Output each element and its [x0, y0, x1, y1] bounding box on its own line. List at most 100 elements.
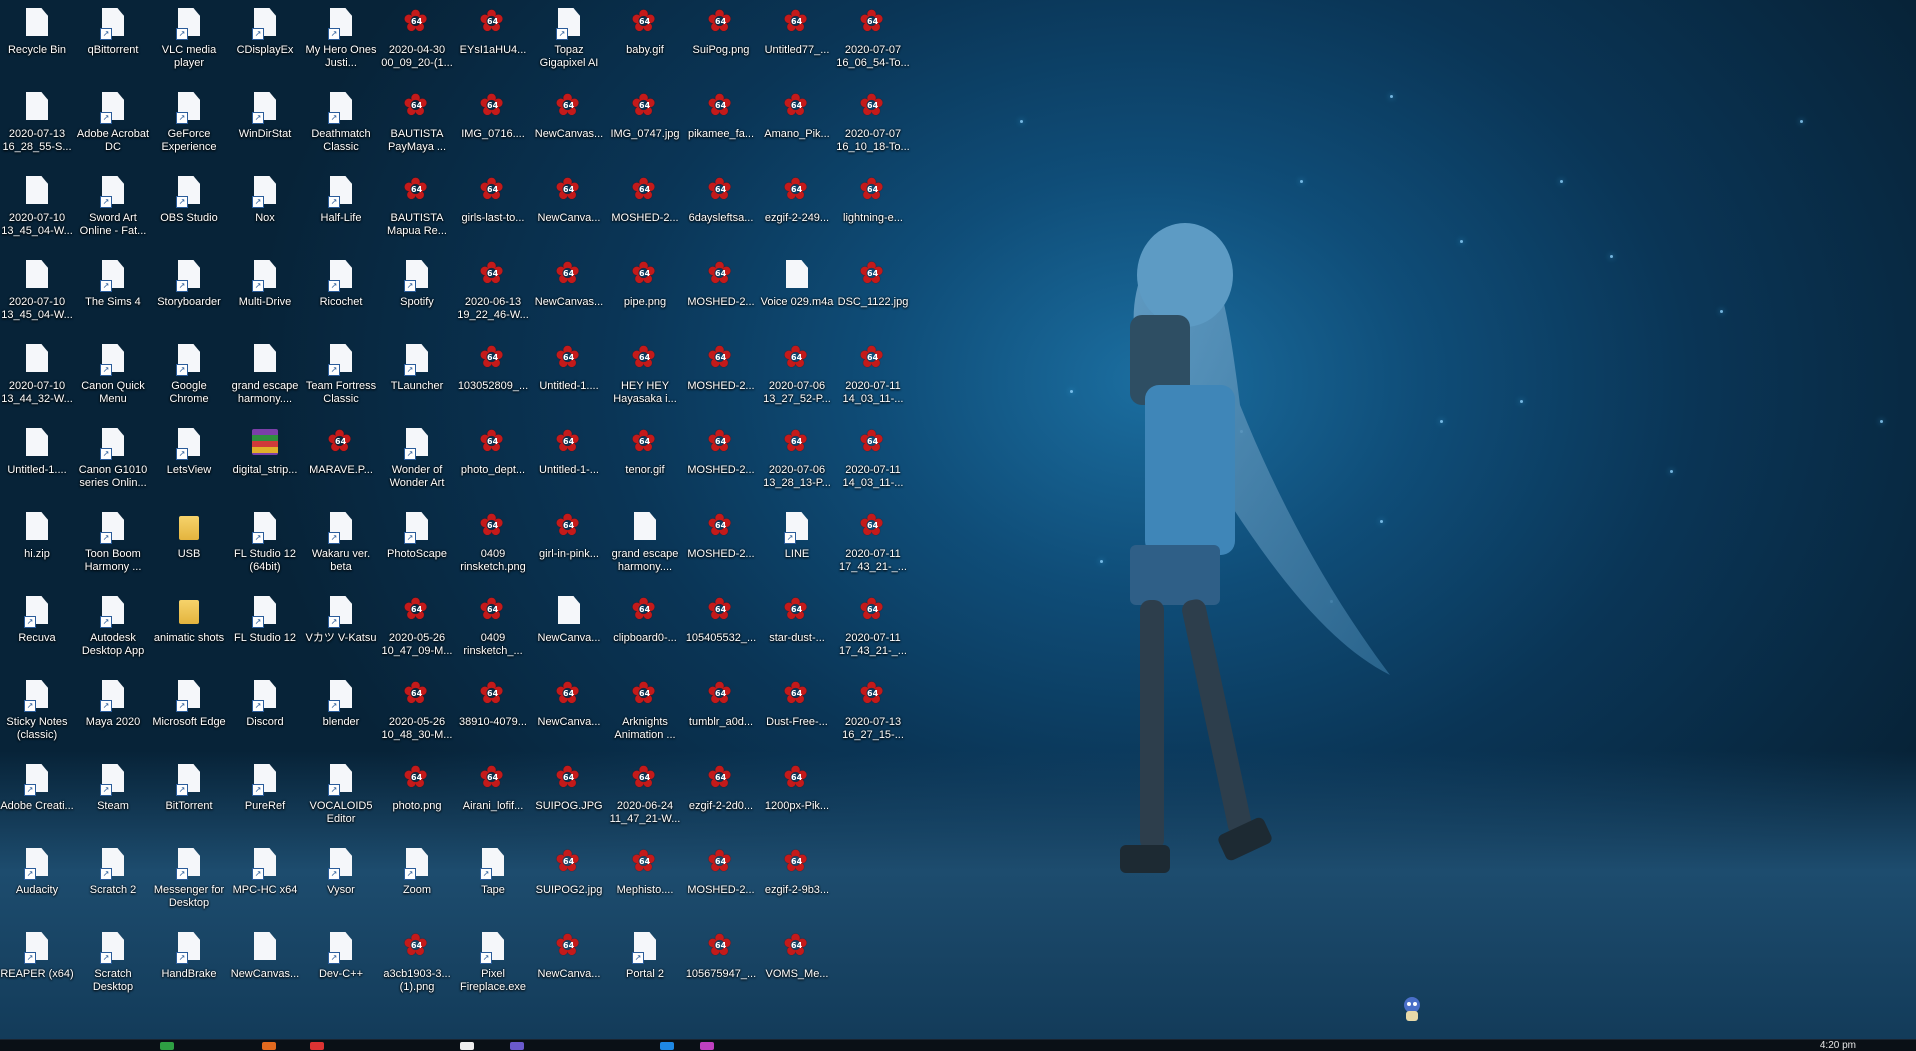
desktop-icon[interactable]: ✿ 64 Untitled77_...: [759, 0, 835, 84]
desktop-icon[interactable]: ↗ Tape: [455, 840, 531, 924]
desktop-icon[interactable]: ↗ Deathmatch Classic: [303, 84, 379, 168]
desktop-icon[interactable]: ✿ 64 Untitled-1-...: [531, 420, 607, 504]
desktop-icon[interactable]: ↗ Topaz Gigapixel AI: [531, 0, 607, 84]
taskbar-app-icon[interactable]: [262, 1042, 276, 1050]
desktop-icon[interactable]: ✿ 64 0409 rinsketch.png: [455, 504, 531, 588]
taskbar-app-icon[interactable]: [700, 1042, 714, 1050]
desktop-icon[interactable]: ↗ FL Studio 12 (64bit): [227, 504, 303, 588]
desktop-icon[interactable]: ✿ 64 2020-07-11 14_03_11-...: [835, 420, 911, 504]
desktop-icon[interactable]: ↗ LetsView: [151, 420, 227, 504]
desktop-icon[interactable]: ✿ 64 girl-in-pink...: [531, 504, 607, 588]
desktop-icon[interactable]: ✿ 64 103052809_...: [455, 336, 531, 420]
desktop-icon[interactable]: ✿ 64 Airani_lofif...: [455, 756, 531, 840]
desktop-icon[interactable]: ✿ 64 SUIPOG.JPG: [531, 756, 607, 840]
desktop-icon[interactable]: ↗ Steam: [75, 756, 151, 840]
desktop-icon[interactable]: ✿ 64 MARAVE.P...: [303, 420, 379, 504]
desktop-icon[interactable]: ↗ VLC media player: [151, 0, 227, 84]
desktop-icon[interactable]: ✿ 64 2020-05-26 10_47_09-M...: [379, 588, 455, 672]
desktop-icon[interactable]: ✿ 64 NewCanva...: [531, 672, 607, 756]
desktop-icon[interactable]: ↗ PhotoScape: [379, 504, 455, 588]
desktop-icon[interactable]: ✿ 64 Dust-Free-...: [759, 672, 835, 756]
desktop-icon[interactable]: digital_strip...: [227, 420, 303, 504]
desktop-icon[interactable]: ✿ 64 2020-07-06 13_28_13-P...: [759, 420, 835, 504]
desktop-icon[interactable]: ↗ The Sims 4: [75, 252, 151, 336]
desktop-icon[interactable]: ✿ 64 HEY HEY Hayasaka i...: [607, 336, 683, 420]
desktop-icon[interactable]: ↗ Autodesk Desktop App: [75, 588, 151, 672]
desktop-icon[interactable]: ✿ 64 2020-06-13 19_22_46-W...: [455, 252, 531, 336]
mascot-tray-pet[interactable]: [1400, 995, 1424, 1023]
desktop-icon[interactable]: ↗ Vカツ V-Katsu: [303, 588, 379, 672]
desktop-icon[interactable]: ✿ 64 girls-last-to...: [455, 168, 531, 252]
desktop-icon[interactable]: ✿ 64 photo_dept...: [455, 420, 531, 504]
desktop-icon[interactable]: ↗ Toon Boom Harmony ...: [75, 504, 151, 588]
desktop-icon[interactable]: ↗ CDisplayEx: [227, 0, 303, 84]
desktop-icon[interactable]: ↗ Recuva: [0, 588, 75, 672]
desktop-icon[interactable]: ↗ Canon Quick Menu: [75, 336, 151, 420]
desktop-icon[interactable]: ↗ Zoom: [379, 840, 455, 924]
desktop-icon[interactable]: 2020-07-10 13_44_32-W...: [0, 336, 75, 420]
desktop-icon[interactable]: ✿ 64 ezgif-2-9b3...: [759, 840, 835, 924]
desktop-icon[interactable]: ✿ 64 MOSHED-2...: [683, 336, 759, 420]
desktop-icon[interactable]: ↗ blender: [303, 672, 379, 756]
desktop-icon[interactable]: ✿ 64 6daysleftsa...: [683, 168, 759, 252]
desktop-icon[interactable]: ✿ 64 Mephisto....: [607, 840, 683, 924]
desktop-icon[interactable]: ↗ WinDirStat: [227, 84, 303, 168]
desktop-icon[interactable]: ✿ 64 105405532_...: [683, 588, 759, 672]
desktop-icon[interactable]: ↗ Portal 2: [607, 924, 683, 1008]
clock-time[interactable]: 4:20 pm: [1820, 1040, 1856, 1051]
desktop-icon[interactable]: ✿ 64 MOSHED-2...: [683, 504, 759, 588]
desktop-icon[interactable]: ✿ 64 baby.gif: [607, 0, 683, 84]
desktop-icon[interactable]: ↗ Wonder of Wonder Art: [379, 420, 455, 504]
desktop-icon[interactable]: ↗ Storyboarder: [151, 252, 227, 336]
desktop-icon[interactable]: NewCanvas...: [227, 924, 303, 1008]
desktop-icon[interactable]: ↗ Team Fortress Classic: [303, 336, 379, 420]
desktop-icon[interactable]: ✿ 64 2020-07-11 17_43_21-_...: [835, 588, 911, 672]
desktop-icon[interactable]: ✿ 64 NewCanvas...: [531, 84, 607, 168]
desktop-icon[interactable]: ↗ Nox: [227, 168, 303, 252]
desktop-icon[interactable]: ↗ HandBrake: [151, 924, 227, 1008]
desktop-icon[interactable]: ↗ Ricochet: [303, 252, 379, 336]
taskbar-app-icon[interactable]: [310, 1042, 324, 1050]
taskbar-app-icon[interactable]: [510, 1042, 524, 1050]
desktop-icon[interactable]: ↗ Scratch 2: [75, 840, 151, 924]
desktop-icon[interactable]: grand escape harmony....: [607, 504, 683, 588]
desktop-icon[interactable]: ↗ GeForce Experience: [151, 84, 227, 168]
desktop-icon[interactable]: ↗ OBS Studio: [151, 168, 227, 252]
desktop-icon[interactable]: ✿ 64 pipe.png: [607, 252, 683, 336]
desktop-icon[interactable]: NewCanva...: [531, 588, 607, 672]
desktop-icon[interactable]: Voice 029.m4a: [759, 252, 835, 336]
desktop-icon[interactable]: ✿ 64 2020-06-24 11_47_21-W...: [607, 756, 683, 840]
desktop-icon[interactable]: ✿ 64 photo.png: [379, 756, 455, 840]
desktop-icon[interactable]: 2020-07-13 16_28_55-S...: [0, 84, 75, 168]
desktop-icon[interactable]: ↗ Dev-C++: [303, 924, 379, 1008]
desktop-icon[interactable]: ↗ FL Studio 12: [227, 588, 303, 672]
desktop-icon[interactable]: ✿ 64 tumblr_a0d...: [683, 672, 759, 756]
desktop-icon[interactable]: ✿ 64 2020-07-07 16_10_18-To...: [835, 84, 911, 168]
desktop-icon[interactable]: ↗ TLauncher: [379, 336, 455, 420]
desktop-icon[interactable]: ↗ Maya 2020: [75, 672, 151, 756]
desktop-icon[interactable]: ✿ 64 tenor.gif: [607, 420, 683, 504]
desktop-icon[interactable]: ↗ Multi-Drive: [227, 252, 303, 336]
desktop-icon[interactable]: ✿ 64 a3cb1903-3... (1).png: [379, 924, 455, 1008]
desktop-icon[interactable]: hi.zip: [0, 504, 75, 588]
desktop-icon[interactable]: ↗ Google Chrome: [151, 336, 227, 420]
desktop-icon[interactable]: ↗ Audacity: [0, 840, 75, 924]
desktop-icon[interactable]: ✿ 64 BAUTISTA PayMaya ...: [379, 84, 455, 168]
desktop-icon[interactable]: ↗ Microsoft Edge: [151, 672, 227, 756]
desktop-icon[interactable]: Untitled-1....: [0, 420, 75, 504]
desktop-icon[interactable]: ✿ 64 ezgif-2-249...: [759, 168, 835, 252]
desktop-icon[interactable]: animatic shots: [151, 588, 227, 672]
desktop-icon[interactable]: ✿ 64 NewCanva...: [531, 924, 607, 1008]
taskbar-app-icon[interactable]: [460, 1042, 474, 1050]
desktop-icon[interactable]: ✿ 64 BAUTISTA Mapua Re...: [379, 168, 455, 252]
taskbar-app-icon[interactable]: [160, 1042, 174, 1050]
desktop-icon[interactable]: ↗ Adobe Acrobat DC: [75, 84, 151, 168]
desktop-icon[interactable]: ↗ VOCALOID5 Editor: [303, 756, 379, 840]
desktop-icon[interactable]: ✿ 64 NewCanva...: [531, 168, 607, 252]
desktop-icon[interactable]: ✿ 64 2020-04-30 00_09_20-(1...: [379, 0, 455, 84]
taskbar-app-icon[interactable]: [660, 1042, 674, 1050]
desktop-icon[interactable]: ✿ 64 DSC_1122.jpg: [835, 252, 911, 336]
desktop-icon[interactable]: ✿ 64 ezgif-2-2d0...: [683, 756, 759, 840]
desktop-icon[interactable]: ✿ 64 MOSHED-2...: [683, 420, 759, 504]
desktop-icon[interactable]: ✿ 64 1200px-Pik...: [759, 756, 835, 840]
